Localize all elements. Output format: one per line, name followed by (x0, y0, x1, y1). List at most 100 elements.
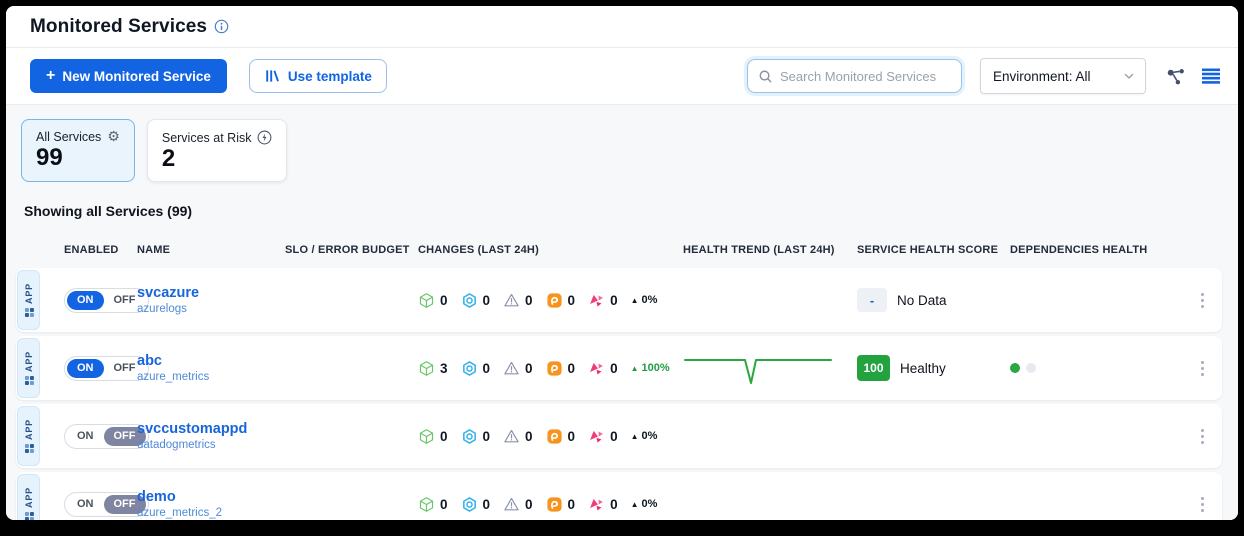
kebab-menu-icon[interactable] (1197, 493, 1209, 517)
enabled-toggle[interactable]: ON OFF (64, 356, 149, 381)
change-trend: ▲0% (631, 294, 658, 306)
services-at-risk-card[interactable]: Services at Risk 2 (147, 119, 288, 182)
service-name-link[interactable]: demo (137, 489, 176, 505)
search-input[interactable] (780, 69, 951, 84)
kebab-menu-icon[interactable] (1197, 357, 1209, 381)
app-grid-icon (24, 444, 33, 453)
green-dot (1010, 363, 1020, 373)
toggle-on[interactable]: ON (67, 495, 104, 514)
orange-app-icon (546, 428, 563, 445)
service-type-label: APP (24, 419, 34, 440)
score-badge: - (857, 288, 887, 312)
graph-view-icon[interactable] (1160, 61, 1190, 91)
cube-icon (418, 292, 435, 309)
app-grid-icon (24, 308, 33, 317)
col-deps: DEPENDENCIES HEALTH (1010, 244, 1165, 256)
warning-triangle-icon (503, 292, 520, 309)
gear-icon: ⚙ (107, 130, 120, 144)
toggle-on[interactable]: ON (67, 359, 104, 378)
warning-triangle-icon (503, 428, 520, 445)
orange-app-icon (546, 360, 563, 377)
col-changes: CHANGES (LAST 24H) (418, 244, 683, 256)
service-integration: azurelogs (137, 303, 187, 315)
bolt-circle-icon (257, 130, 272, 145)
warning-triangle-icon (503, 360, 520, 377)
hexagon-icon (461, 496, 478, 513)
pink-share-icon (588, 496, 605, 513)
col-trend: HEALTH TREND (LAST 24H) (683, 244, 857, 256)
enabled-toggle[interactable]: ON OFF (64, 424, 149, 449)
health-score-cell: 100 Healthy (857, 355, 1010, 381)
hexagon-icon (461, 360, 478, 377)
app-grid-icon (24, 512, 33, 520)
monitored-services-page: Monitored Services + New Monitored Servi… (6, 6, 1238, 520)
titlebar: Monitored Services (6, 6, 1238, 48)
table-row: APP ON OFF demo azure_metrics_2 0 0 (16, 472, 1222, 520)
content-area: All Services ⚙ 99 Services at Risk 2 Sho… (6, 105, 1238, 520)
pink-share-icon (588, 360, 605, 377)
search-icon (758, 69, 773, 84)
col-enabled: ENABLED (56, 244, 137, 256)
service-integration: azure_metrics (137, 371, 209, 383)
table-row: APP ON OFF svccustomappd datadogmetrics … (16, 404, 1222, 468)
service-integration: datadogmetrics (137, 439, 216, 451)
col-name: NAME (137, 244, 285, 256)
service-name-link[interactable]: abc (137, 353, 162, 369)
changes-cell: 3 0 0 0 0 ▲100% (418, 360, 683, 377)
list-view-icon[interactable] (1196, 61, 1226, 91)
col-score: SERVICE HEALTH SCORE (857, 244, 1010, 256)
orange-app-icon (546, 292, 563, 309)
table-header: ENABLED NAME SLO / ERROR BUDGET CHANGES … (16, 244, 1222, 256)
new-monitored-service-button[interactable]: + New Monitored Service (30, 59, 227, 93)
table-body: APP ON OFF svcazure azurelogs 0 0 (6, 268, 1238, 520)
kebab-menu-icon[interactable] (1197, 289, 1209, 313)
all-services-label: All Services (36, 130, 101, 144)
toolbar: + New Monitored Service Use template Env… (6, 48, 1238, 105)
service-type-label: APP (24, 351, 34, 372)
table-row: APP ON OFF abc azure_metrics 3 0 (16, 336, 1222, 400)
health-score-cell: - No Data (857, 288, 1010, 312)
score-label: No Data (897, 293, 947, 308)
all-services-count: 99 (36, 145, 120, 171)
template-icon (264, 68, 280, 84)
service-type-tab: APP (17, 338, 40, 398)
service-type-label: APP (24, 487, 34, 508)
change-trend: ▲100% (631, 362, 670, 374)
kebab-menu-icon[interactable] (1197, 425, 1209, 449)
service-integration: azure_metrics_2 (137, 507, 222, 519)
score-badge: 100 (857, 355, 890, 381)
services-at-risk-count: 2 (162, 146, 273, 172)
toggle-on[interactable]: ON (67, 291, 104, 310)
info-icon[interactable] (214, 19, 229, 34)
service-name-link[interactable]: svccustomappd (137, 421, 247, 437)
warning-triangle-icon (503, 496, 520, 513)
plus-icon: + (46, 68, 55, 84)
cube-icon (418, 360, 435, 377)
pink-share-icon (588, 428, 605, 445)
pink-share-icon (588, 292, 605, 309)
toolbar-right: Environment: All (747, 58, 1226, 94)
services-at-risk-label: Services at Risk (162, 131, 252, 145)
chevron-down-icon (1123, 70, 1135, 82)
hexagon-icon (461, 292, 478, 309)
orange-app-icon (546, 496, 563, 513)
cube-icon (418, 496, 435, 513)
enabled-toggle[interactable]: ON OFF (64, 492, 149, 517)
changes-cell: 0 0 0 0 0 ▲0% (418, 496, 683, 513)
gray-dot (1026, 363, 1036, 373)
hexagon-icon (461, 428, 478, 445)
score-label: Healthy (900, 361, 946, 376)
health-trend-cell (683, 348, 857, 388)
toggle-on[interactable]: ON (67, 427, 104, 446)
change-trend: ▲0% (631, 430, 658, 442)
use-template-button[interactable]: Use template (249, 59, 387, 93)
summary-cards: All Services ⚙ 99 Services at Risk 2 (6, 105, 1238, 182)
enabled-toggle[interactable]: ON OFF (64, 288, 149, 313)
service-name-link[interactable]: svcazure (137, 285, 199, 301)
environment-dropdown[interactable]: Environment: All (980, 58, 1146, 94)
app-grid-icon (24, 376, 33, 385)
service-type-label: APP (24, 283, 34, 304)
changes-cell: 0 0 0 0 0 ▲0% (418, 428, 683, 445)
all-services-card[interactable]: All Services ⚙ 99 (21, 119, 135, 182)
page-title: Monitored Services (30, 16, 207, 38)
